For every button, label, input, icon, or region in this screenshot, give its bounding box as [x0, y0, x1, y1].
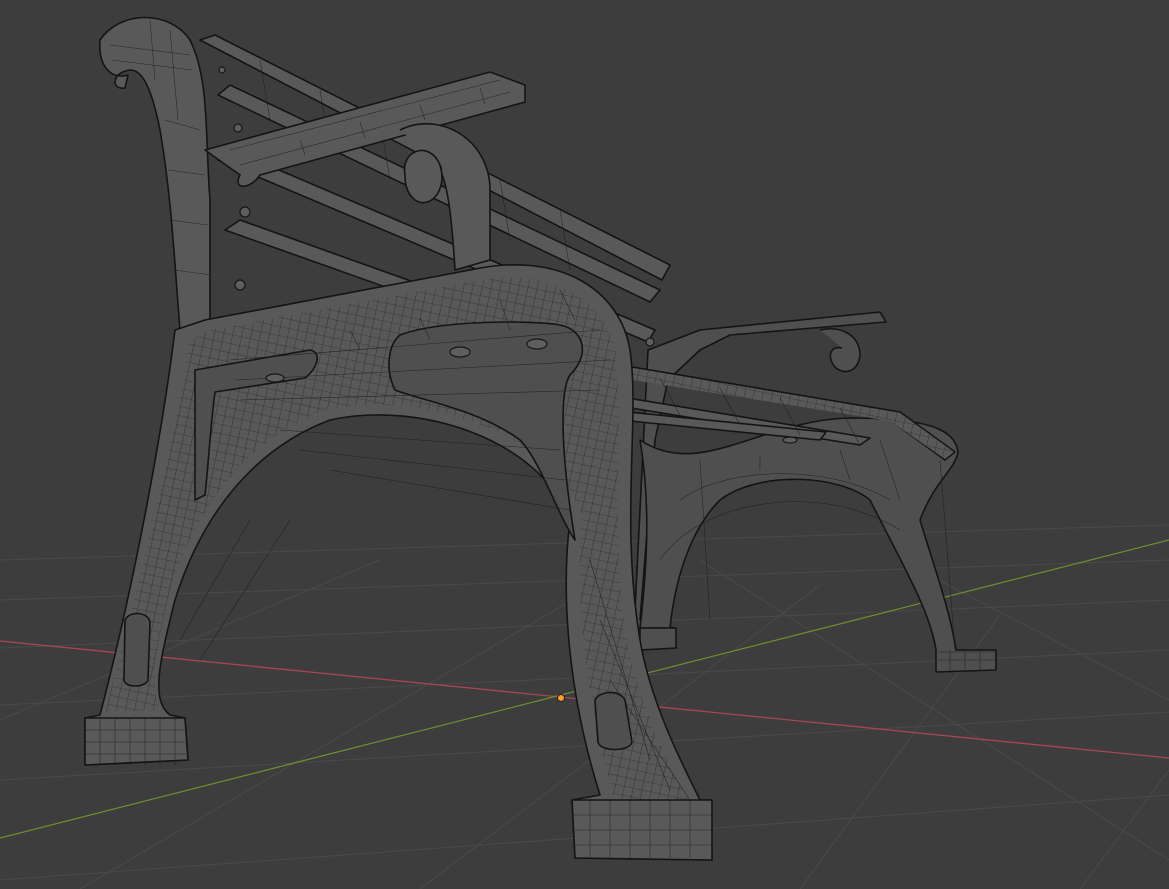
object-origin[interactable] [557, 694, 565, 702]
back-frame[interactable] [633, 311, 997, 673]
viewport-canvas[interactable] [0, 0, 1169, 889]
3d-viewport[interactable] [0, 0, 1169, 889]
